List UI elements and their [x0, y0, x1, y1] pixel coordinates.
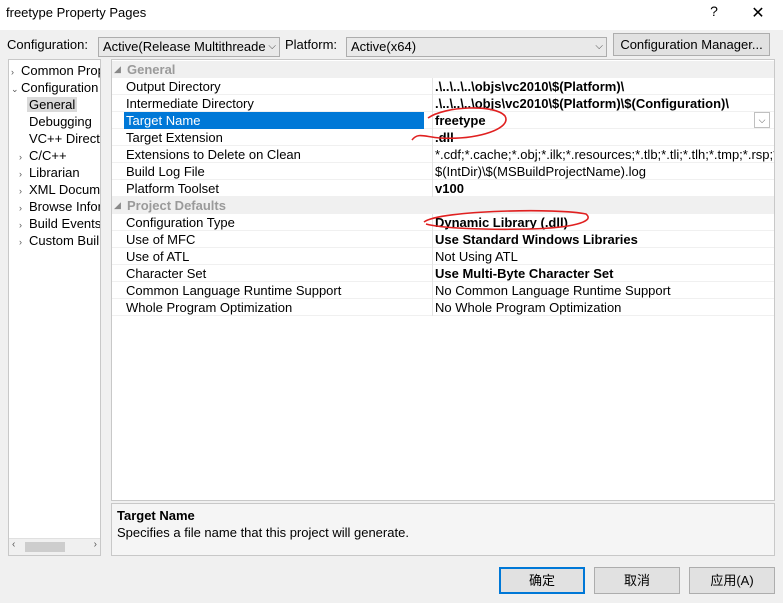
- property-value[interactable]: No Whole Program Optimization: [435, 299, 774, 316]
- property-row[interactable]: Extensions to Delete on Clean *.cdf;*.ca…: [112, 146, 774, 163]
- property-value[interactable]: v100: [435, 180, 774, 197]
- property-name: Output Directory: [126, 79, 221, 94]
- tree-item-browse-information[interactable]: › Browse Infor: [19, 198, 100, 215]
- tree-item-c-cpp[interactable]: › C/C++: [19, 147, 67, 164]
- property-value[interactable]: Use Standard Windows Libraries: [435, 231, 774, 248]
- scrollbar-thumb[interactable]: [25, 542, 65, 552]
- tree-item-custom-build-step[interactable]: › Custom Buil: [19, 232, 99, 249]
- property-name: Use of MFC: [126, 232, 196, 247]
- help-icon[interactable]: ?: [704, 3, 724, 19]
- property-name: Configuration Type: [126, 215, 235, 230]
- property-value[interactable]: Not Using ATL: [435, 248, 774, 265]
- tree-item-build-events[interactable]: › Build Events: [19, 215, 100, 232]
- tree-item-common-properties[interactable]: › Common Prop: [11, 62, 100, 79]
- property-value[interactable]: .dll: [435, 129, 774, 146]
- property-name: Build Log File: [126, 164, 205, 179]
- scroll-left-icon[interactable]: ‹: [12, 539, 15, 550]
- apply-button[interactable]: 应用(A): [689, 567, 775, 594]
- platform-dropdown[interactable]: Active(x64) ⌵: [346, 37, 607, 57]
- property-row[interactable]: Intermediate Directory .\..\..\..\objs\v…: [112, 95, 774, 112]
- property-name: Whole Program Optimization: [126, 300, 293, 315]
- chevron-down-icon[interactable]: ⌄: [11, 81, 21, 98]
- target-name-value[interactable]: freetype: [435, 112, 774, 129]
- description-title: Target Name: [117, 508, 195, 523]
- close-icon[interactable]: ✕: [746, 3, 770, 23]
- configuration-manager-button[interactable]: Configuration Manager...: [613, 33, 770, 56]
- property-name: Common Language Runtime Support: [126, 283, 342, 298]
- property-tree[interactable]: › Common Prop ⌄ Configuration General Debu…: [8, 59, 101, 556]
- description-panel: Target Name Specifies a file name that t…: [111, 503, 775, 556]
- tree-item-librarian[interactable]: › Librarian: [19, 164, 80, 181]
- tree-item-xml-document[interactable]: › XML Docum: [19, 181, 100, 198]
- property-row[interactable]: Whole Program Optimization No Whole Prog…: [112, 299, 774, 316]
- description-text: Specifies a file name that this project …: [117, 525, 409, 540]
- tree-item-debugging[interactable]: Debugging: [29, 113, 92, 130]
- tree-horizontal-scrollbar[interactable]: ‹ ›: [9, 538, 100, 555]
- property-value[interactable]: .\..\..\..\objs\vc2010\$(Platform)\: [435, 78, 774, 95]
- property-row[interactable]: Use of ATL Not Using ATL: [112, 248, 774, 265]
- tree-item-configuration-properties[interactable]: ⌄ Configuration: [11, 79, 98, 96]
- chevron-down-icon: ⌵: [595, 41, 603, 52]
- property-row[interactable]: Target Extension .dll: [112, 129, 774, 146]
- platform-value: Active(x64): [351, 39, 417, 54]
- collapse-icon[interactable]: ◢: [114, 197, 121, 214]
- cancel-button[interactable]: 取消: [594, 567, 680, 594]
- property-row[interactable]: Character Set Use Multi-Byte Character S…: [112, 265, 774, 282]
- property-value[interactable]: *.cdf;*.cache;*.obj;*.ilk;*.resources;*.…: [435, 146, 774, 163]
- chevron-down-icon[interactable]: ⌵: [754, 112, 770, 128]
- property-value[interactable]: No Common Language Runtime Support: [435, 282, 774, 299]
- tree-item-vc-directories[interactable]: VC++ Direct: [29, 130, 100, 147]
- ok-button[interactable]: 确定: [499, 567, 585, 594]
- configuration-value: Active(Release Multithreade: [103, 39, 266, 54]
- title-bar: freetype Property Pages ? ✕: [0, 0, 783, 30]
- chevron-down-icon: ⌵: [268, 41, 276, 52]
- property-name: Intermediate Directory: [126, 96, 254, 111]
- configuration-dropdown[interactable]: Active(Release Multithreade ⌵: [98, 37, 280, 57]
- property-value[interactable]: .\..\..\..\objs\vc2010\$(Platform)\$(Con…: [435, 95, 774, 112]
- window-title: freetype Property Pages: [6, 5, 147, 20]
- property-row[interactable]: Build Log File $(IntDir)\$(MSBuildProjec…: [112, 163, 774, 180]
- configuration-type-value[interactable]: Dynamic Library (.dll): [435, 214, 774, 231]
- property-name: Target Name: [124, 112, 424, 129]
- property-name: Character Set: [126, 266, 207, 281]
- platform-label: Platform:: [285, 37, 338, 52]
- property-name: Extensions to Delete on Clean: [126, 147, 301, 162]
- scroll-right-icon[interactable]: ›: [94, 539, 97, 550]
- property-row[interactable]: Platform Toolset v100: [112, 180, 774, 197]
- collapse-icon[interactable]: ◢: [114, 61, 121, 78]
- property-name: Use of ATL: [126, 249, 190, 264]
- property-row[interactable]: Output Directory .\..\..\..\objs\vc2010\…: [112, 78, 774, 95]
- property-row[interactable]: Use of MFC Use Standard Windows Librarie…: [112, 231, 774, 248]
- property-row-selected[interactable]: Target Name freetype ⌵: [112, 112, 774, 129]
- property-grid[interactable]: ◢ General Output Directory .\..\..\..\ob…: [111, 59, 775, 501]
- property-name: Target Extension: [126, 130, 223, 145]
- chevron-right-icon[interactable]: ›: [19, 234, 29, 251]
- category-general[interactable]: ◢ General: [112, 61, 774, 78]
- category-project-defaults[interactable]: ◢ Project Defaults: [112, 197, 774, 214]
- property-value[interactable]: $(IntDir)\$(MSBuildProjectName).log: [435, 163, 774, 180]
- property-value[interactable]: Use Multi-Byte Character Set: [435, 265, 774, 282]
- tree-item-general[interactable]: General: [27, 96, 78, 113]
- configuration-label: Configuration:: [7, 37, 88, 52]
- property-row[interactable]: Common Language Runtime Support No Commo…: [112, 282, 774, 299]
- property-row[interactable]: Configuration Type Dynamic Library (.dll…: [112, 214, 774, 231]
- property-name: Platform Toolset: [126, 181, 219, 196]
